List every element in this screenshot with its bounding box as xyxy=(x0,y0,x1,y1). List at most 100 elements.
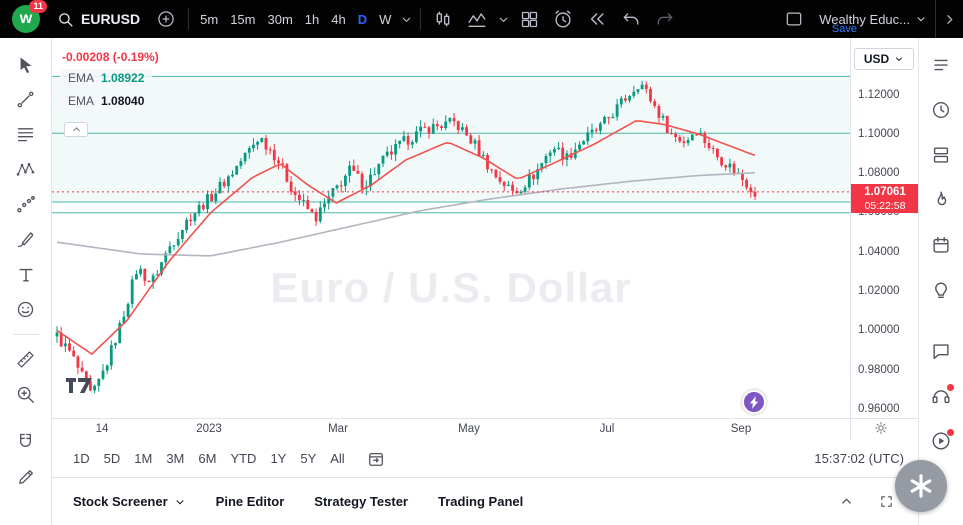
tradingview-logo[interactable] xyxy=(66,378,92,393)
trend-line-tool-button[interactable] xyxy=(8,82,44,117)
interval-1w[interactable]: W xyxy=(373,5,397,33)
layout-name-button[interactable]: Wealthy Educ... xyxy=(811,4,935,34)
tab-label: Pine Editor xyxy=(216,494,285,509)
interval-4h[interactable]: 4h xyxy=(325,5,351,33)
redo-button[interactable] xyxy=(648,4,682,34)
collapse-right-panel-button[interactable] xyxy=(935,0,963,38)
forecast-tool-button[interactable] xyxy=(8,187,44,222)
range-1d[interactable]: 1D xyxy=(66,446,97,472)
logo-glyph: w xyxy=(20,10,32,28)
range-1m[interactable]: 1M xyxy=(127,446,159,472)
chart-area: Euro / U.S. Dollar -0.00208 (-0.19%) EMA… xyxy=(52,38,918,440)
price-tick: 1.04000 xyxy=(858,244,900,260)
tab-label: Stock Screener xyxy=(73,494,168,509)
currency-dropdown[interactable]: USD xyxy=(854,48,914,70)
watchlist-icon xyxy=(930,54,952,76)
interval-15m[interactable]: 15m xyxy=(224,5,261,33)
range-6m[interactable]: 6M xyxy=(191,446,223,472)
candles-icon xyxy=(432,8,454,30)
calendar-icon xyxy=(930,234,952,256)
tab-stock-screener[interactable]: Stock Screener xyxy=(58,478,201,525)
tab-strategy-tester[interactable]: Strategy Tester xyxy=(299,478,423,525)
topbar-left-group: w 11 EURUSD 5m 15m 30m 1h 4h D W xyxy=(0,0,682,38)
range-5d[interactable]: 5D xyxy=(97,446,128,472)
symbol-search-button[interactable]: EURUSD xyxy=(48,4,149,34)
replay-button[interactable] xyxy=(580,4,614,34)
range-all[interactable]: All xyxy=(323,446,351,472)
interval-5m[interactable]: 5m xyxy=(194,5,224,33)
range-ytd[interactable]: YTD xyxy=(223,446,263,472)
undo-button[interactable] xyxy=(614,4,648,34)
user-menu-button[interactable]: w 11 xyxy=(4,0,48,38)
indicator-legend-ema-fast[interactable]: EMA 1.08922 xyxy=(60,69,152,87)
time-tick: 2023 xyxy=(196,423,222,435)
object-tree-button[interactable] xyxy=(921,132,961,177)
expand-panel-button[interactable] xyxy=(834,490,858,514)
goto-date-calendar-icon xyxy=(366,449,386,469)
tab-trading-panel[interactable]: Trading Panel xyxy=(423,478,538,525)
forecast-dots-icon xyxy=(15,194,36,215)
magnet-tool-button[interactable] xyxy=(8,424,44,459)
indicators-button[interactable] xyxy=(460,4,494,34)
time-tick: Sep xyxy=(731,423,751,435)
lightbulb-icon xyxy=(930,279,952,301)
indicator-value: 1.08040 xyxy=(101,94,144,108)
interval-dropdown-button[interactable] xyxy=(397,4,415,34)
zoom-tool-button[interactable] xyxy=(8,377,44,412)
server-clock[interactable]: 15:37:02 (UTC) xyxy=(814,451,904,466)
indicator-legend-ema-slow[interactable]: EMA 1.08040 xyxy=(60,92,152,110)
cursor-tool-button[interactable] xyxy=(8,47,44,82)
xabcd-pattern-tool-button[interactable] xyxy=(8,152,44,187)
axis-settings-button[interactable] xyxy=(873,420,889,436)
magnet-icon xyxy=(15,431,36,452)
gear-icon xyxy=(873,420,889,436)
layout-select-button[interactable] xyxy=(777,4,811,34)
xabcd-pattern-icon xyxy=(15,159,36,180)
quick-trade-button[interactable] xyxy=(742,390,766,414)
price-tick: 1.08000 xyxy=(858,165,900,181)
ruler-icon xyxy=(15,349,36,370)
indicators-dropdown-button[interactable] xyxy=(494,4,512,34)
tab-pine-editor[interactable]: Pine Editor xyxy=(201,478,300,525)
interval-30m[interactable]: 30m xyxy=(261,5,298,33)
range-toolbar: 1D 5D 1M 3M 6M YTD 1Y 5Y All 15:37:02 (U… xyxy=(52,440,918,478)
interval-1h[interactable]: 1h xyxy=(299,5,325,33)
price-axis[interactable]: USD 1.12000 1.10000 1.08000 1.06000 1.04… xyxy=(850,38,919,440)
text-tool-button[interactable] xyxy=(8,257,44,292)
interval-1d[interactable]: D xyxy=(352,5,373,33)
calendar-button[interactable] xyxy=(921,222,961,267)
chart-plot[interactable]: Euro / U.S. Dollar -0.00208 (-0.19%) EMA… xyxy=(52,38,850,418)
streams-button[interactable] xyxy=(921,418,961,463)
compare-add-button[interactable] xyxy=(149,4,183,34)
chevron-down-icon xyxy=(400,13,413,26)
chevron-down-icon xyxy=(497,13,510,26)
support-button[interactable] xyxy=(921,373,961,418)
cursor-icon xyxy=(16,55,36,75)
replay-icon xyxy=(587,9,607,29)
chart-style-button[interactable] xyxy=(426,4,460,34)
candlestick-chart[interactable] xyxy=(52,38,850,418)
watchlist-button[interactable] xyxy=(921,42,961,87)
alert-button[interactable] xyxy=(546,4,580,34)
alerts-button[interactable] xyxy=(921,87,961,132)
range-1y[interactable]: 1Y xyxy=(263,446,293,472)
goto-date-button[interactable] xyxy=(362,446,390,472)
brush-tool-button[interactable] xyxy=(8,222,44,257)
range-3m[interactable]: 3M xyxy=(159,446,191,472)
price-tick: 1.12000 xyxy=(858,87,900,103)
hotlists-button[interactable] xyxy=(921,177,961,222)
layout-grid-button[interactable] xyxy=(512,4,546,34)
time-axis[interactable]: 14 2023 Mar May Jul Sep xyxy=(52,418,850,441)
save-button[interactable]: Save xyxy=(832,23,857,35)
maximize-panel-button[interactable] xyxy=(874,490,898,514)
separator xyxy=(188,8,189,30)
edit-tool-button[interactable] xyxy=(8,459,44,494)
assistant-overlay-logo xyxy=(895,460,947,512)
fib-retracement-tool-button[interactable] xyxy=(8,117,44,152)
emoji-tool-button[interactable] xyxy=(8,292,44,327)
chat-button[interactable] xyxy=(921,328,961,373)
range-5y[interactable]: 5Y xyxy=(293,446,323,472)
legend-collapse-button[interactable] xyxy=(64,122,88,137)
ruler-tool-button[interactable] xyxy=(8,342,44,377)
ideas-button[interactable] xyxy=(921,267,961,312)
